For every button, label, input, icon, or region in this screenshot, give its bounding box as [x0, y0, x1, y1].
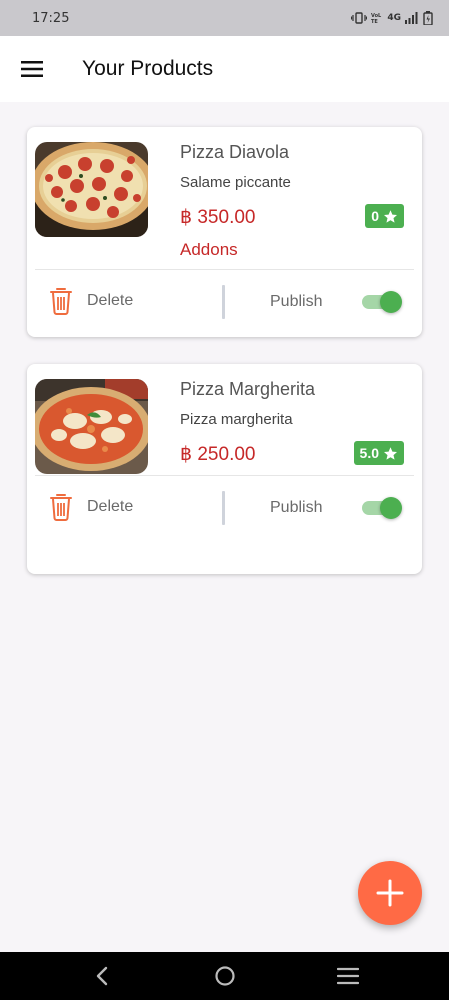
svg-text:TE: TE: [371, 19, 378, 24]
status-bar: 17:25 VoL TE 4G: [0, 0, 449, 36]
nav-home-button[interactable]: [205, 956, 245, 996]
app-bar: Your Products: [0, 36, 449, 102]
plus-icon: [376, 879, 404, 907]
rating-badge: 0: [365, 204, 404, 228]
toggle-knob: [380, 291, 402, 313]
battery-icon: [423, 11, 433, 25]
rating-badge: 5.0: [353, 441, 404, 465]
delete-label: Delete: [87, 292, 134, 309]
trash-icon: [50, 288, 72, 315]
product-price: ฿ 350.00: [180, 207, 256, 228]
action-separator: [222, 491, 225, 525]
status-icons: VoL TE 4G: [351, 11, 433, 25]
add-product-button[interactable]: [358, 861, 422, 925]
card-actions: Delete Publish: [27, 283, 422, 323]
publish-toggle[interactable]: [360, 291, 404, 313]
publish-label: Publish: [270, 499, 323, 516]
card-actions: Delete Publish: [27, 489, 422, 529]
delete-button[interactable]: Delete: [49, 493, 133, 521]
publish-toggle[interactable]: [360, 497, 404, 519]
nav-recents-button[interactable]: [328, 956, 368, 996]
menu-button[interactable]: [0, 36, 64, 102]
delete-label: Delete: [87, 498, 134, 515]
rating-value: 5.0: [359, 445, 379, 461]
product-card-margherita[interactable]: Pizza Margherita Pizza margherita ฿ 250.…: [27, 364, 422, 574]
product-card-diavola[interactable]: Pizza Diavola Salame piccante ฿ 350.00 A…: [27, 127, 422, 337]
product-description: Salame piccante: [180, 174, 291, 191]
back-icon: [96, 966, 107, 986]
nav-back-button[interactable]: [82, 956, 122, 996]
star-icon: [384, 209, 397, 223]
volte-icon: VoLTE: [371, 13, 382, 24]
rating-value: 0: [371, 208, 379, 224]
card-divider: [35, 269, 414, 270]
status-time: 17:25: [32, 10, 70, 26]
product-name: Pizza Diavola: [180, 142, 290, 162]
product-image-diavola: [35, 142, 148, 237]
delete-button[interactable]: Delete: [49, 287, 133, 315]
recents-icon: [336, 967, 359, 985]
product-price: ฿ 250.00: [180, 444, 256, 465]
card-divider: [35, 475, 414, 476]
toggle-knob: [380, 497, 402, 519]
network-type: 4G: [387, 13, 401, 23]
page-title: Your Products: [82, 57, 214, 80]
trash-icon: [50, 494, 72, 521]
signal-icon: [405, 12, 418, 24]
home-icon: [214, 966, 235, 986]
publish-label: Publish: [270, 293, 323, 310]
addons-link[interactable]: Addons: [180, 240, 238, 260]
product-image-margherita: [35, 379, 148, 474]
product-name: Pizza Margherita: [180, 379, 316, 399]
star-icon: [384, 446, 397, 460]
action-separator: [222, 285, 225, 319]
vibrate-icon: [351, 12, 368, 24]
hamburger-menu-icon: [21, 61, 43, 77]
product-description: Pizza margherita: [180, 411, 293, 428]
system-nav-bar: [0, 952, 449, 1000]
